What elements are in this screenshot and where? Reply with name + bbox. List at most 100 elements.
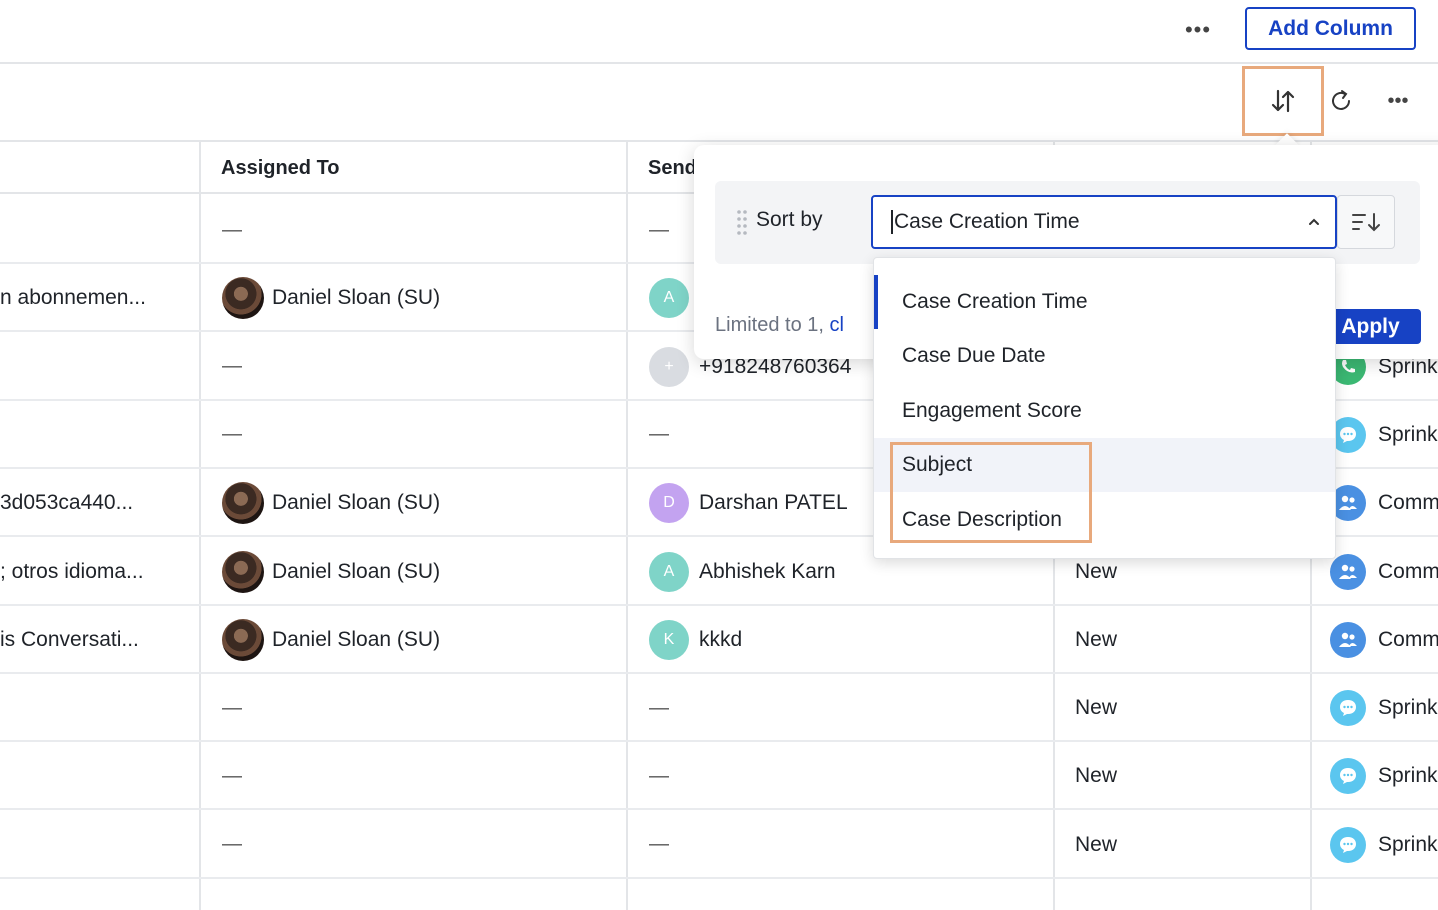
limit-link[interactable]: cl bbox=[830, 314, 844, 336]
subject-cell: ; otros idioma... bbox=[0, 559, 144, 583]
top-more-button[interactable]: ••• bbox=[1180, 14, 1216, 46]
status-cell: New bbox=[1075, 627, 1118, 651]
channel-name: Sprinkl bbox=[1378, 422, 1438, 446]
refresh-button[interactable] bbox=[1324, 84, 1358, 118]
subject-cell bbox=[0, 196, 198, 264]
empty-value: — bbox=[222, 764, 242, 787]
subject-cell: 3d053ca440... bbox=[0, 491, 134, 515]
channel-cell: Sprinkl bbox=[1330, 401, 1438, 469]
channel-cell: Comm bbox=[1330, 538, 1438, 606]
option-subject[interactable]: Subject bbox=[874, 438, 1335, 492]
chevron-up-icon bbox=[1309, 218, 1319, 225]
sort-descending-icon bbox=[1352, 213, 1380, 232]
sender-name: — bbox=[649, 833, 669, 856]
sender-name[interactable]: Darshan PATEL bbox=[699, 491, 848, 515]
assigned-cell: — bbox=[222, 333, 622, 401]
channel-cell: Sprinkl bbox=[1330, 742, 1438, 810]
option-engagement-score[interactable]: Engagement Score bbox=[874, 384, 1335, 438]
empty-value: — bbox=[222, 218, 242, 241]
empty-value: — bbox=[222, 423, 242, 446]
community-icon bbox=[1330, 553, 1366, 590]
sender-avatar: A bbox=[649, 551, 689, 592]
sort-by-label: Sort by bbox=[756, 208, 823, 231]
status-cell: New bbox=[1075, 832, 1118, 856]
assignee-name[interactable]: Daniel Sloan (SU) bbox=[272, 560, 440, 584]
option-case-description[interactable]: Case Description bbox=[874, 493, 1335, 547]
sort-order-button[interactable] bbox=[1337, 195, 1395, 249]
table-row[interactable]: is Conversati... Daniel Sloan (SU) Kkkkd Ne… bbox=[0, 606, 1438, 674]
header-sender[interactable]: Send bbox=[648, 142, 697, 194]
empty-value: — bbox=[222, 833, 242, 856]
channel-cell: Comm bbox=[1330, 606, 1438, 674]
drag-handle-icon[interactable] bbox=[735, 208, 749, 238]
sender-name[interactable]: kkkd bbox=[699, 628, 742, 652]
channel-name: Comm bbox=[1378, 559, 1438, 583]
status-cell: New bbox=[1075, 696, 1118, 720]
sort-field-select[interactable]: Case Creation Time bbox=[871, 195, 1337, 249]
sender-avatar: K bbox=[649, 619, 689, 660]
text-cursor bbox=[891, 210, 893, 234]
assigned-cell: Daniel Sloan (SU) bbox=[222, 469, 622, 537]
avatar bbox=[222, 550, 264, 593]
subject-cell: n abonnemen... bbox=[0, 286, 146, 310]
sender-name: — bbox=[649, 218, 669, 241]
avatar bbox=[222, 482, 264, 525]
sender-name: — bbox=[649, 423, 669, 446]
option-case-creation-time[interactable]: Case Creation Time bbox=[874, 275, 1335, 329]
assigned-cell: — bbox=[222, 401, 622, 469]
sort-button[interactable] bbox=[1242, 66, 1324, 136]
assigned-cell: Daniel Sloan (SU) bbox=[222, 264, 622, 332]
sender-name[interactable]: Abhishek Karn bbox=[699, 560, 836, 584]
table-row[interactable]: — — New Sprinkl bbox=[0, 674, 1438, 743]
avatar bbox=[222, 618, 264, 661]
table-row[interactable]: — — New Sprinkl bbox=[0, 742, 1438, 811]
table-row[interactable]: — — New Sprinkl bbox=[0, 811, 1438, 879]
limit-text: Limited to 1, bbox=[715, 314, 830, 336]
channel-name: Sprinkl bbox=[1378, 832, 1438, 856]
community-icon bbox=[1330, 621, 1366, 658]
chat-icon bbox=[1330, 826, 1366, 863]
sender-cell: — bbox=[649, 674, 1049, 742]
sender-cell: Kkkkd bbox=[649, 606, 1049, 674]
subject-cell bbox=[0, 333, 198, 401]
channel-name: Comm bbox=[1378, 627, 1438, 651]
channel-name: Sprinkl bbox=[1378, 696, 1438, 720]
assigned-cell: Daniel Sloan (SU) bbox=[222, 538, 622, 606]
sort-field-dropdown: Case Creation Time Case Due Date Engagem… bbox=[873, 257, 1336, 559]
option-case-due-date[interactable]: Case Due Date bbox=[874, 329, 1335, 383]
channel-name: Comm bbox=[1378, 491, 1438, 515]
header-assigned-to[interactable]: Assigned To bbox=[221, 142, 340, 194]
subject-cell bbox=[0, 742, 198, 810]
empty-value: — bbox=[222, 696, 242, 719]
sender-avatar: D bbox=[649, 483, 689, 524]
refresh-icon bbox=[1332, 90, 1350, 110]
sender-avatar: A bbox=[649, 278, 689, 319]
assignee-name[interactable]: Daniel Sloan (SU) bbox=[272, 628, 440, 652]
subject-cell bbox=[0, 811, 198, 879]
subject-cell: is Conversati... bbox=[0, 627, 139, 651]
sender-name: — bbox=[649, 764, 669, 787]
assignee-name[interactable]: Daniel Sloan (SU) bbox=[272, 286, 440, 310]
subject-cell bbox=[0, 674, 198, 742]
assigned-cell: — bbox=[222, 811, 622, 879]
assigned-cell: Daniel Sloan (SU) bbox=[222, 606, 622, 674]
channel-cell: Comm bbox=[1330, 469, 1438, 537]
assigned-cell: — bbox=[222, 742, 622, 810]
sort-arrows-icon bbox=[1271, 89, 1295, 113]
add-column-button[interactable]: Add Column bbox=[1245, 7, 1416, 50]
channel-cell: Sprinkl bbox=[1330, 674, 1438, 742]
avatar bbox=[222, 277, 264, 320]
assignee-name[interactable]: Daniel Sloan (SU) bbox=[272, 491, 440, 515]
sort-field-value: Case Creation Time bbox=[894, 210, 1080, 233]
limit-notice: Limited to 1, cl bbox=[715, 314, 844, 337]
sender-cell: — bbox=[649, 811, 1049, 879]
channel-cell: Sprinkl bbox=[1330, 811, 1438, 879]
sender-name: — bbox=[649, 696, 669, 719]
sender-cell: — bbox=[649, 742, 1049, 810]
top-bar bbox=[0, 0, 1438, 64]
channel-name: Sprinkl bbox=[1378, 764, 1438, 788]
toolbar-more-button[interactable]: ••• bbox=[1380, 84, 1416, 118]
assigned-cell: — bbox=[222, 674, 622, 742]
subject-cell bbox=[0, 401, 198, 469]
chat-icon bbox=[1330, 758, 1366, 795]
